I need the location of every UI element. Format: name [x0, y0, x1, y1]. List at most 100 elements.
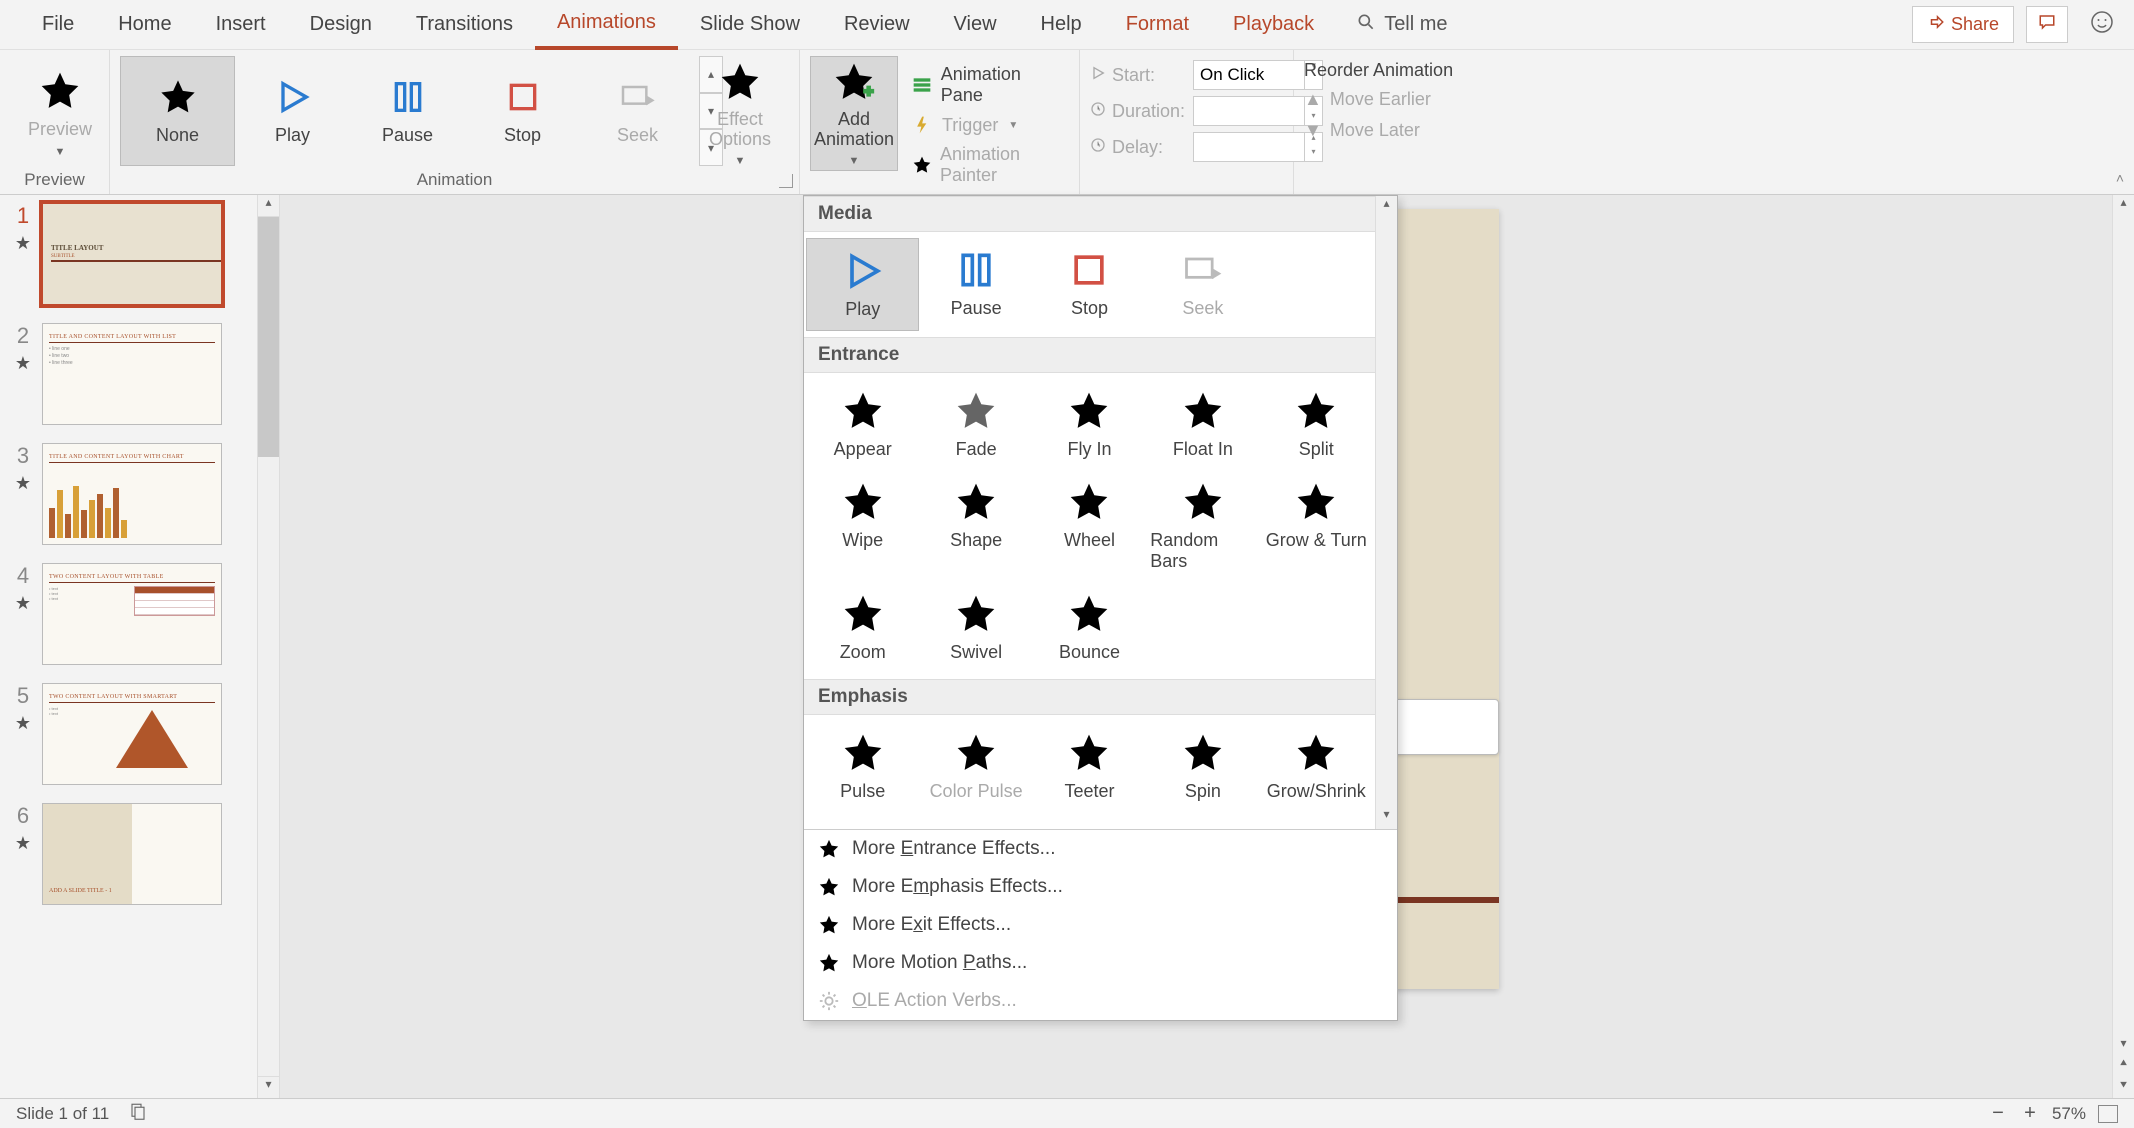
scroll-down-icon[interactable]: ▾: [258, 1076, 279, 1098]
effect-randombars[interactable]: Random Bars: [1146, 470, 1259, 582]
star-green-icon: [818, 838, 840, 860]
effect-teeter[interactable]: Teeter: [1033, 721, 1146, 812]
effect-swivel[interactable]: Swivel: [919, 582, 1032, 673]
preview-button[interactable]: Preview ▼: [10, 56, 110, 171]
star-green-icon: [1067, 480, 1111, 524]
animation-pane-button[interactable]: Animation Pane: [904, 62, 1069, 108]
slide-thumbnails-panel: 1★ TITLE LAYOUTSUBTITLE 2★ TITLE AND CON…: [0, 195, 280, 1098]
tab-playback[interactable]: Playback: [1211, 0, 1336, 50]
animation-stop[interactable]: Stop: [465, 56, 580, 166]
thumbnail-6[interactable]: 6★ ADD A SLIDE TITLE - 1: [14, 803, 254, 905]
pause-icon: [388, 77, 428, 117]
tab-home[interactable]: Home: [96, 0, 193, 50]
add-animation-icon: [832, 60, 876, 104]
zoom-out-button[interactable]: −: [1988, 1102, 2008, 1125]
animation-none[interactable]: None: [120, 56, 235, 166]
preview-group-label: Preview: [0, 170, 109, 190]
effect-media-pause[interactable]: Pause: [919, 238, 1032, 331]
more-motion-paths[interactable]: More Motion Paths...: [804, 944, 1397, 982]
effect-split[interactable]: Split: [1260, 379, 1373, 470]
comments-button[interactable]: [2026, 6, 2068, 43]
animation-dialog-launcher[interactable]: [779, 174, 793, 188]
animation-painter-button[interactable]: Animation Painter: [904, 142, 1069, 188]
scrollbar-thumb[interactable]: [258, 217, 279, 457]
tab-insert[interactable]: Insert: [194, 0, 288, 50]
effect-media-seek[interactable]: Seek: [1146, 238, 1259, 331]
canvas-scrollbar[interactable]: ▴ ▾ ⯅ ⯆: [2112, 195, 2134, 1098]
effect-growturn[interactable]: Grow & Turn: [1260, 470, 1373, 582]
tab-animations[interactable]: Animations: [535, 0, 678, 50]
move-later-button[interactable]: ▼Move Later: [1304, 118, 1474, 143]
effect-options-icon: [718, 60, 762, 104]
fit-to-window-button[interactable]: [2098, 1105, 2118, 1123]
thumbnail-scrollbar[interactable]: ▴ ▾: [257, 195, 279, 1098]
gear-icon: [818, 990, 840, 1012]
animation-play[interactable]: Play: [235, 56, 350, 166]
tab-transitions[interactable]: Transitions: [394, 0, 535, 50]
thumbnail-3[interactable]: 3★ TITLE AND CONTENT LAYOUT WITH CHART: [14, 443, 254, 545]
effect-growshrink[interactable]: Grow/Shrink: [1260, 721, 1373, 812]
scroll-up-icon[interactable]: ▴: [2113, 195, 2134, 217]
effect-media-stop[interactable]: Stop: [1033, 238, 1146, 331]
effect-colorpulse[interactable]: Color Pulse: [919, 721, 1032, 812]
scroll-down-icon[interactable]: ▾: [1376, 807, 1397, 829]
up-arrow-icon: ▲: [1304, 89, 1322, 110]
dropdown-arrow-icon: ▼: [849, 155, 860, 167]
star-green-icon: [954, 592, 998, 636]
collapse-ribbon-button[interactable]: ˄: [2116, 170, 2124, 186]
thumbnail-5[interactable]: 5★ TWO CONTENT LAYOUT WITH SMARTART• tex…: [14, 683, 254, 785]
effect-zoom[interactable]: Zoom: [806, 582, 919, 673]
add-animation-button[interactable]: Add Animation ▼: [810, 56, 898, 171]
effect-flyin[interactable]: Fly In: [1033, 379, 1146, 470]
effect-wipe[interactable]: Wipe: [806, 470, 919, 582]
more-exit-effects[interactable]: More Exit Effects...: [804, 906, 1397, 944]
more-entrance-effects[interactable]: More Entrance Effects...: [804, 830, 1397, 868]
effect-fade[interactable]: Fade: [919, 379, 1032, 470]
effect-media-play[interactable]: Play: [806, 238, 919, 331]
star-yellow-icon: [1181, 731, 1225, 775]
notes-icon[interactable]: [129, 1102, 147, 1125]
next-slide-button[interactable]: ⯆: [2113, 1078, 2134, 1098]
effect-floatin[interactable]: Float In: [1146, 379, 1259, 470]
dropdown-scrollbar[interactable]: ▴ ▾: [1375, 196, 1397, 829]
tab-format[interactable]: Format: [1104, 0, 1211, 50]
animation-indicator-icon: ★: [15, 473, 31, 494]
scroll-up-icon[interactable]: ▴: [258, 195, 279, 217]
tab-file[interactable]: File: [20, 0, 96, 50]
share-button[interactable]: Share: [1912, 6, 2014, 43]
status-bar: Slide 1 of 11 − + 57%: [0, 1098, 2134, 1128]
tell-me-search[interactable]: Tell me: [1356, 12, 1447, 38]
tab-design[interactable]: Design: [288, 0, 394, 50]
animation-indicator-icon: ★: [15, 833, 31, 854]
zoom-in-button[interactable]: +: [2020, 1102, 2040, 1125]
animation-seek[interactable]: Seek: [580, 56, 695, 166]
move-earlier-button[interactable]: ▲Move Earlier: [1304, 87, 1474, 112]
zoom-level[interactable]: 57%: [2052, 1104, 2086, 1124]
tab-view[interactable]: View: [932, 0, 1019, 50]
animation-pause[interactable]: Pause: [350, 56, 465, 166]
previous-slide-button[interactable]: ⯅: [2113, 1056, 2134, 1076]
none-star-icon: [158, 77, 198, 117]
effect-options-button[interactable]: Effect Options ▼: [695, 56, 785, 171]
scroll-up-icon[interactable]: ▴: [1376, 196, 1397, 218]
effect-pulse[interactable]: Pulse: [806, 721, 919, 812]
tab-review[interactable]: Review: [822, 0, 932, 50]
tab-help[interactable]: Help: [1019, 0, 1104, 50]
thumbnail-1[interactable]: 1★ TITLE LAYOUTSUBTITLE: [14, 203, 254, 305]
play-icon: [273, 77, 313, 117]
scroll-down-icon[interactable]: ▾: [2113, 1036, 2134, 1058]
thumbnail-2[interactable]: 2★ TITLE AND CONTENT LAYOUT WITH LIST• l…: [14, 323, 254, 425]
effect-bounce[interactable]: Bounce: [1033, 582, 1146, 673]
trigger-button[interactable]: Trigger▼: [904, 112, 1069, 138]
feedback-button[interactable]: [2090, 10, 2114, 40]
more-emphasis-effects[interactable]: More Emphasis Effects...: [804, 868, 1397, 906]
effect-shape[interactable]: Shape: [919, 470, 1032, 582]
star-outline-icon: [818, 952, 840, 974]
thumbnail-4[interactable]: 4★ TWO CONTENT LAYOUT WITH TABLE• text• …: [14, 563, 254, 665]
clock-icon: [1090, 101, 1106, 122]
effect-wheel[interactable]: Wheel: [1033, 470, 1146, 582]
dropdown-arrow-icon: ▼: [55, 146, 66, 158]
effect-appear[interactable]: Appear: [806, 379, 919, 470]
effect-spin[interactable]: Spin: [1146, 721, 1259, 812]
tab-slideshow[interactable]: Slide Show: [678, 0, 822, 50]
